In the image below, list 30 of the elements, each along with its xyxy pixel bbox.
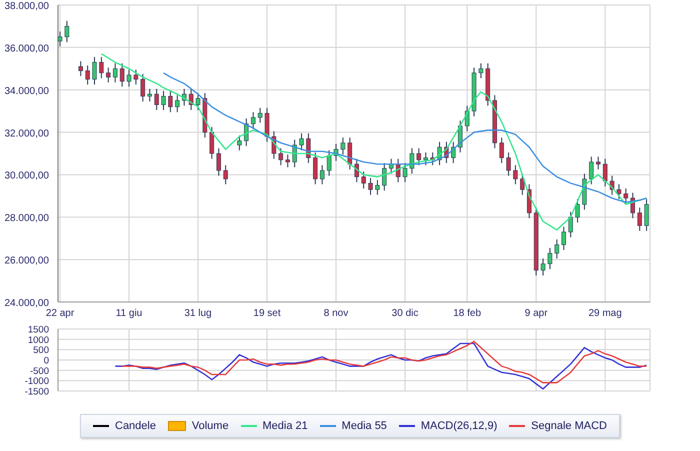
legend-label: Candele: [115, 418, 156, 434]
axis-label: 30 dic: [392, 308, 418, 319]
axis-label: -1000: [24, 376, 49, 388]
legend-label: Media 21: [262, 418, 308, 434]
axis-label: 1500: [28, 324, 49, 336]
legend-label: Media 55: [342, 418, 387, 434]
axis-label: -1500: [24, 386, 49, 398]
axis-label: 19 set: [253, 308, 281, 319]
axis-label: 32.000,00: [4, 128, 49, 140]
legend-label: Segnale MACD: [531, 418, 607, 434]
axis-label: 34.000,00: [4, 86, 49, 97]
axis-label: 11 giu: [116, 308, 142, 319]
axis-label: 8 nov: [324, 308, 348, 319]
axis-label: 18 feb: [453, 308, 482, 319]
axis-label: 38.000,00: [4, 1, 49, 12]
axis-label: 31 lug: [184, 308, 212, 319]
axis-label: -500: [30, 366, 49, 377]
legend-label: Volume: [192, 418, 229, 434]
axis-label: 9 apr: [524, 308, 548, 319]
axis-label: 500: [33, 345, 49, 356]
axis-label: 28.000,00: [4, 213, 49, 224]
legend-label: MACD(26,12,9): [420, 418, 498, 434]
axis-label: 29 mag: [588, 308, 622, 319]
axis-label: 22 apr: [46, 308, 74, 319]
axis-label: 36.000,00: [4, 43, 49, 54]
axis-label: 26.000,00: [4, 256, 49, 267]
axis-label: 1000: [28, 334, 49, 346]
axis-label: 24.000,00: [4, 298, 49, 309]
axis-label: 30.000,00: [4, 170, 49, 182]
axis-label: 0: [44, 356, 49, 366]
